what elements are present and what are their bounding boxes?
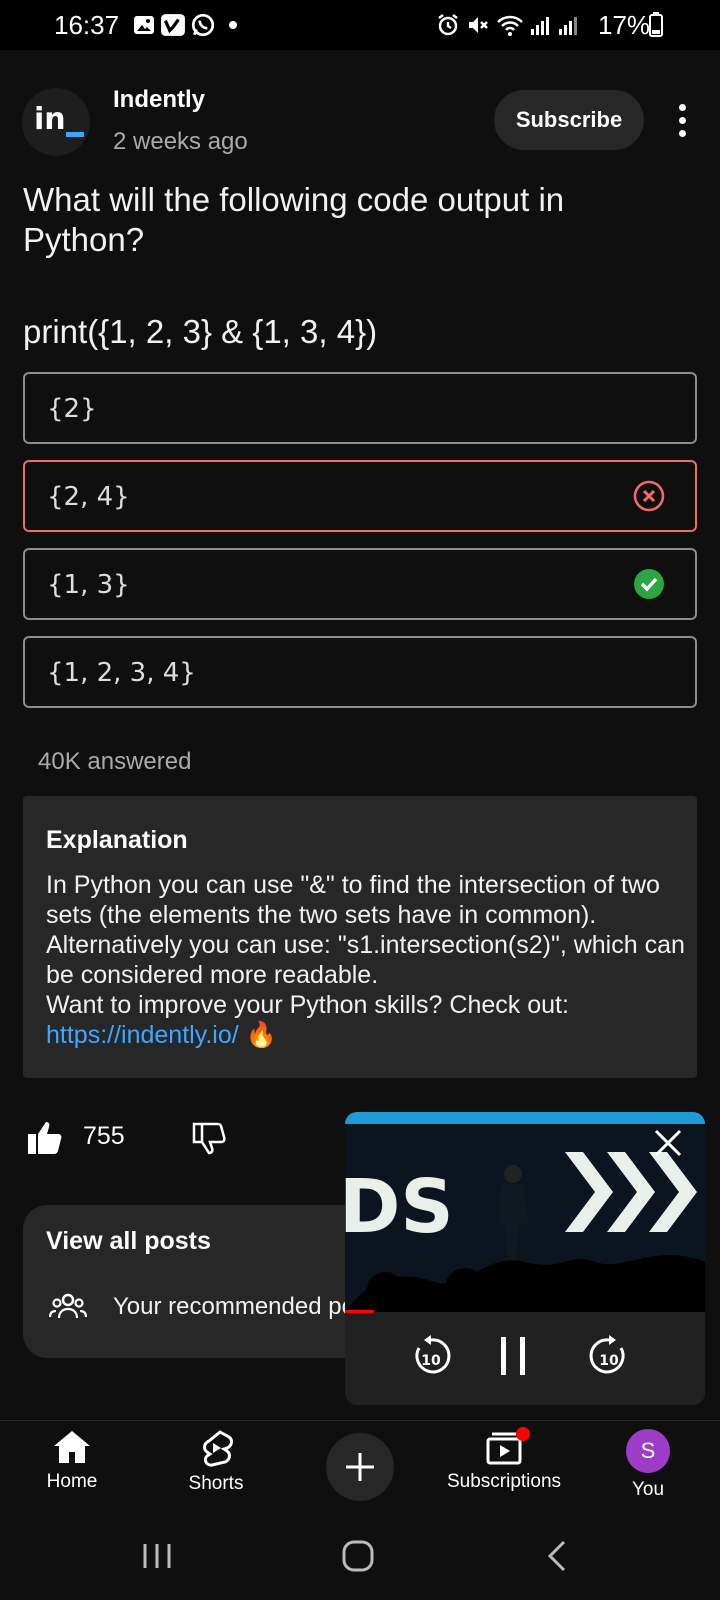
fire-emoji: 🔥 [245, 1021, 277, 1049]
mini-player[interactable]: DS 10 10 [345, 1112, 705, 1405]
post-code: print({1, 2, 3} & {1, 3, 4}) [23, 313, 378, 350]
channel-avatar-logo: in [34, 102, 66, 137]
home-button-icon[interactable] [338, 1538, 378, 1574]
explanation-body: In Python you can use "&" to find the in… [46, 870, 686, 1050]
correct-answer-icon [634, 569, 664, 599]
like-icon[interactable] [26, 1120, 64, 1156]
pause-icon[interactable] [493, 1334, 533, 1378]
channel-avatar[interactable]: in [22, 88, 90, 156]
like-count: 755 [83, 1122, 125, 1150]
post-question: What will the following code output in P… [23, 181, 565, 258]
explanation-title: Explanation [46, 826, 188, 854]
battery-percent: 17% [598, 10, 651, 40]
rewind-seconds: 10 [421, 1353, 441, 1369]
video-stage-text: DS [345, 1164, 454, 1250]
system-navigation [0, 1512, 720, 1600]
shorts-icon [203, 1430, 233, 1467]
recommended-posts-label: Your recommended po [113, 1293, 355, 1320]
quiz-option-2[interactable]: {2, 4} [23, 460, 697, 532]
wrong-answer-icon [633, 480, 665, 512]
whatsapp-icon [191, 13, 215, 37]
nav-shorts-label: Shorts [188, 1473, 244, 1494]
mini-player-controls: 10 10 [345, 1312, 705, 1405]
signal-icon [531, 17, 549, 35]
nav-home-label: Home [46, 1471, 98, 1492]
avatar-underscore [66, 132, 84, 137]
create-button[interactable] [326, 1433, 394, 1501]
quiz-option-label: {1, 3} [47, 570, 130, 600]
nav-subscriptions[interactable]: Subscriptions [434, 1427, 574, 1493]
quiz-option-label: {1, 2, 3, 4} [47, 658, 196, 688]
view-all-posts-title: View all posts [46, 1227, 211, 1255]
close-icon[interactable] [651, 1126, 685, 1160]
bottom-navigation: Home Shorts Subscriptions S You [0, 1420, 720, 1512]
explanation-line-2: Alternatively you can use: "s1.intersect… [46, 931, 685, 989]
back-icon[interactable] [540, 1538, 580, 1574]
forward-seconds: 10 [599, 1353, 619, 1369]
status-bar: 16:37 17% [0, 0, 720, 50]
mini-player-video[interactable]: DS [345, 1112, 705, 1312]
you-avatar: S [626, 1429, 670, 1473]
mute-icon [469, 17, 488, 33]
post-timestamp: 2 weeks ago [113, 128, 248, 155]
wifi-icon [497, 15, 523, 36]
explanation-card: Explanation In Python you can use "&" to… [23, 796, 697, 1078]
nav-you-label: You [631, 1479, 665, 1500]
dot-icon [229, 21, 237, 29]
quiz-option-4[interactable]: {1, 2, 3, 4} [23, 636, 697, 708]
answered-count: 40K answered [38, 748, 192, 775]
notification-dot [516, 1427, 530, 1441]
home-icon [54, 1431, 90, 1463]
explanation-line-3: Want to improve your Python skills? Chec… [46, 991, 569, 1019]
subscribe-button[interactable]: Subscribe [494, 90, 644, 150]
gallery-icon [134, 16, 154, 34]
battery-icon [649, 12, 663, 37]
explanation-line-1: In Python you can use "&" to find the in… [46, 871, 660, 929]
alarm-icon [438, 14, 458, 36]
signal-icon-2 [559, 17, 577, 35]
channel-name[interactable]: Indently [113, 86, 205, 114]
more-options-icon[interactable] [676, 104, 688, 140]
plus-icon [346, 1453, 374, 1481]
nav-you[interactable]: S You [578, 1429, 718, 1501]
nav-home[interactable]: Home [2, 1429, 142, 1493]
forward-10-icon[interactable]: 10 [587, 1334, 631, 1378]
status-time: 16:37 [54, 10, 120, 40]
recent-apps-icon[interactable] [137, 1538, 177, 1574]
nav-shorts[interactable]: Shorts [146, 1429, 286, 1495]
quiz-option-3[interactable]: {1, 3} [23, 548, 697, 620]
rewind-10-icon[interactable]: 10 [409, 1334, 453, 1378]
vimeo-icon [161, 14, 185, 36]
nav-subscriptions-label: Subscriptions [446, 1471, 562, 1492]
dislike-icon[interactable] [190, 1120, 228, 1156]
quiz-option-label: {2} [47, 394, 97, 424]
people-icon [49, 1293, 87, 1319]
quiz-option-1[interactable]: {2} [23, 372, 697, 444]
quiz-option-label: {2, 4} [47, 482, 130, 512]
explanation-link[interactable]: https://indently.io/ [46, 1021, 239, 1049]
